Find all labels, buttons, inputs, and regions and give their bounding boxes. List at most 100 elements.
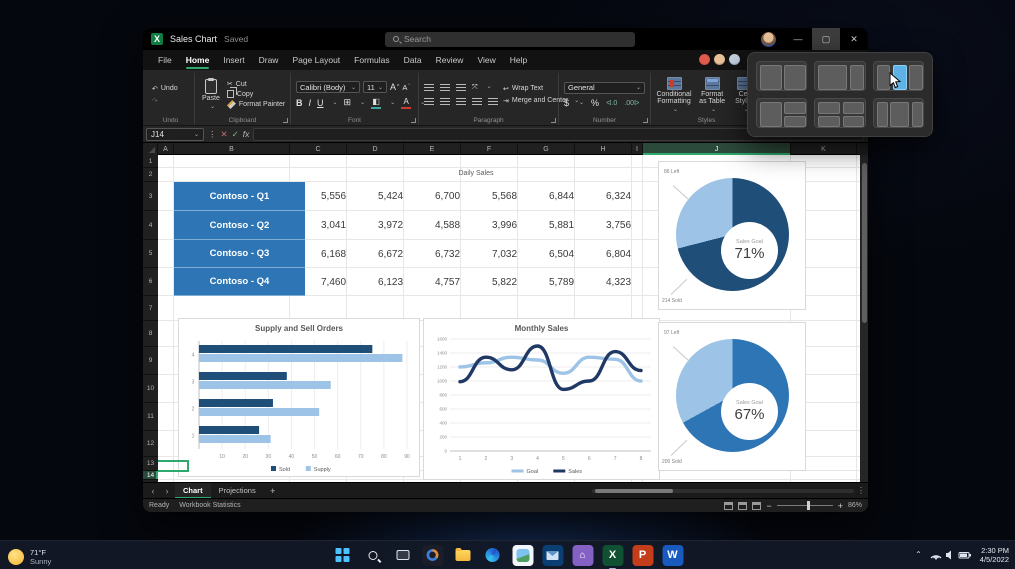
table-cell[interactable]: 7,032 [476,240,533,268]
tray-status-icons[interactable] [929,549,973,561]
dialog-launcher-icon[interactable] [643,118,648,123]
bold-button[interactable]: B [296,98,303,108]
task-view-icon[interactable] [392,545,413,566]
row-header-14[interactable]: 14 [143,471,158,480]
table-cell[interactable]: 5,556 [305,182,362,211]
add-sheet-button[interactable]: + [266,486,280,496]
align-right-icon[interactable] [456,98,466,106]
minimize-button[interactable]: — [784,28,812,50]
redo-button[interactable]: ↷ [152,97,178,105]
table-cell[interactable]: 4,757 [419,268,476,296]
horizontal-scrollbar-thumb[interactable] [595,489,673,493]
snap-pane[interactable] [843,102,865,114]
orientation-button[interactable]: ⤧ [472,83,478,92]
snap-pane[interactable] [784,102,806,114]
font-size-select[interactable]: 11⌄ [363,81,387,93]
snap-layout-split-2-equal[interactable] [756,61,807,91]
decrease-decimal-icon[interactable]: .00ᐅ [624,99,639,107]
align-bottom-icon[interactable] [456,84,466,92]
powerpoint-icon[interactable]: P [632,545,653,566]
snap-pane[interactable] [818,116,840,128]
underline-button[interactable]: U [317,98,324,108]
table-row-label[interactable]: Contoso - Q2 [174,211,305,240]
dialog-launcher-icon[interactable] [283,118,288,123]
titlebar[interactable]: X Sales Chart Saved Search — ▢ ✕ [143,28,868,50]
snap-pane[interactable] [850,65,865,90]
align-middle-icon[interactable] [440,84,450,92]
cortana-icon[interactable] [422,545,443,566]
snap-pane[interactable] [843,116,865,128]
row-header-9[interactable]: 9 [143,347,158,375]
zoom-in-icon[interactable]: + [838,503,843,509]
table-cell[interactable]: 5,881 [533,211,590,240]
insert-function-icon[interactable]: fx [243,129,250,139]
table-row-label[interactable]: Contoso - Q1 [174,182,305,211]
row-header-11[interactable]: 11 [143,403,158,431]
table-row-label[interactable]: Contoso - Q4 [174,268,305,296]
table-cell[interactable]: 3,972 [362,211,419,240]
row-header-3[interactable]: 3 [143,182,158,211]
photos-icon[interactable] [512,545,533,566]
grow-font-button[interactable]: A^ [390,81,399,93]
column-header-J[interactable]: J [643,143,791,155]
file-explorer-icon[interactable] [452,545,473,566]
excel-icon[interactable]: X [602,545,623,566]
column-header-B[interactable]: B [174,143,290,155]
ribbon-tab-page-layout[interactable]: Page Layout [285,50,347,70]
column-header-E[interactable]: E [404,143,461,155]
ribbon-tab-file[interactable]: File [151,50,179,70]
increase-indent-icon[interactable] [488,98,498,106]
name-box[interactable]: J14⌄ [146,128,204,141]
zoom-slider[interactable] [777,505,833,506]
table-cell[interactable]: 4,323 [590,268,647,296]
column-header-C[interactable]: C [290,143,347,155]
table-cell[interactable]: 6,504 [533,240,590,268]
italic-button[interactable]: I [309,98,312,108]
column-header-K[interactable]: K [791,143,857,155]
align-top-icon[interactable] [424,84,434,92]
word-icon[interactable]: W [662,545,683,566]
row-header-2[interactable]: 2 [143,168,158,182]
snap-pane[interactable] [784,65,806,90]
borders-button[interactable]: ⊞ [344,97,352,108]
row-header-12[interactable]: 12 [143,431,158,457]
column-header-A[interactable]: A [158,143,174,155]
ribbon-tab-data[interactable]: Data [397,50,429,70]
vertical-scrollbar[interactable] [860,155,868,482]
row-header-1[interactable]: 1 [143,155,158,168]
font-family-select[interactable]: Calibri (Body)⌄ [296,81,360,93]
ribbon-tab-insert[interactable]: Insert [216,50,251,70]
paste-button[interactable]: Paste⌄ [200,75,222,114]
edge-icon[interactable] [482,545,503,566]
sheet-tab-chart[interactable]: Chart [175,483,211,499]
cut-button[interactable]: ✂Cut [227,80,285,88]
snap-pane[interactable] [890,102,909,127]
table-cell[interactable]: 5,822 [476,268,533,296]
snap-layout-split-3-center-wide[interactable] [873,98,924,128]
table-cell[interactable]: 5,424 [362,182,419,211]
copy-button[interactable]: Copy [227,90,285,98]
donut-chart-top[interactable]: Sales Goal71%86 Left214 Sold [658,161,806,310]
column-header-D[interactable]: D [347,143,404,155]
dialog-launcher-icon[interactable] [411,118,416,123]
row-header-10[interactable]: 10 [143,375,158,403]
bar-chart[interactable]: Supply and Sell Orders102030405060708090… [178,318,420,477]
clock[interactable]: 2:30 PM 4/5/2022 [980,546,1009,564]
snap-pane[interactable] [760,102,782,127]
line-chart[interactable]: Monthly Sales020040060080010001200140016… [423,318,660,480]
store-icon[interactable]: ⌂ [572,545,593,566]
ribbon-tab-home[interactable]: Home [179,50,217,70]
snap-pane[interactable] [818,65,847,90]
select-all-corner[interactable] [143,143,158,155]
zoom-slider-thumb[interactable] [807,501,810,510]
page-layout-view-icon[interactable] [738,502,747,510]
align-left-icon[interactable] [424,98,434,106]
column-header-H[interactable]: H [575,143,632,155]
workbook-statistics[interactable]: Workbook Statistics [179,502,240,509]
column-header-F[interactable]: F [461,143,518,155]
increase-decimal-icon[interactable]: ᐊ.0 [606,99,617,107]
presence-avatar-icon[interactable] [714,54,725,65]
decrease-indent-icon[interactable] [472,98,482,106]
start-icon[interactable] [332,545,353,566]
zoom-level[interactable]: 86% [848,502,862,509]
